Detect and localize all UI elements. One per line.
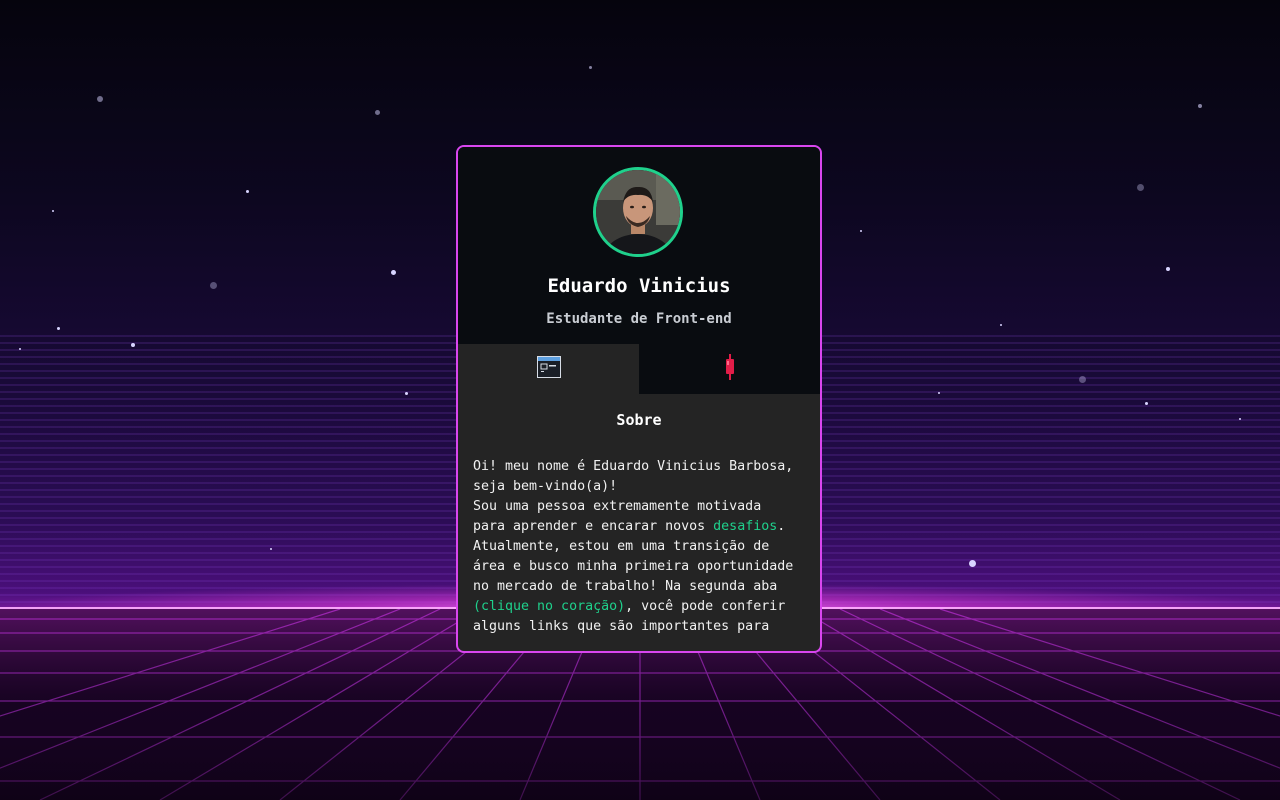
highlight-challenges: desafios [713,519,778,534]
card-tabs [458,344,820,394]
highlight-click-heart: (clique no coração) [473,599,626,614]
card-header: Eduardo Vinicius Estudante de Front-end [458,147,820,344]
tab-about[interactable] [458,344,639,394]
browser-window-icon [536,356,561,382]
about-text: Oi! meu nome é Eduardo Vinicius Barbosa,… [473,457,811,637]
avatar [593,167,683,257]
about-line: para aprender e encarar novos [473,519,714,534]
about-line: , você pode conferir [625,599,786,614]
about-line: . [777,519,786,534]
about-line: seja bem-vindo(a)! [473,479,618,494]
heart-icon [725,354,735,384]
about-line: Oi! meu nome é Eduardo Vinicius Barbosa, [473,459,794,474]
profile-card: Eduardo Vinicius Estudante de Front-end [456,145,822,653]
about-line: área e busco minha primeira oportunidade [473,559,794,574]
about-line: Atualmente, estou em uma transição de [473,539,770,554]
profile-role: Estudante de Front-end [546,311,732,327]
avatar-photo-icon [596,170,680,254]
about-line: no mercado de trabalho! Na segunda aba [473,579,778,594]
about-line: alguns links que são importantes para [473,619,770,634]
about-line: Sou uma pessoa extremamente motivada [473,499,762,514]
section-title: Sobre [616,411,662,429]
tab-links[interactable] [639,344,820,394]
profile-name: Eduardo Vinicius [547,275,731,297]
